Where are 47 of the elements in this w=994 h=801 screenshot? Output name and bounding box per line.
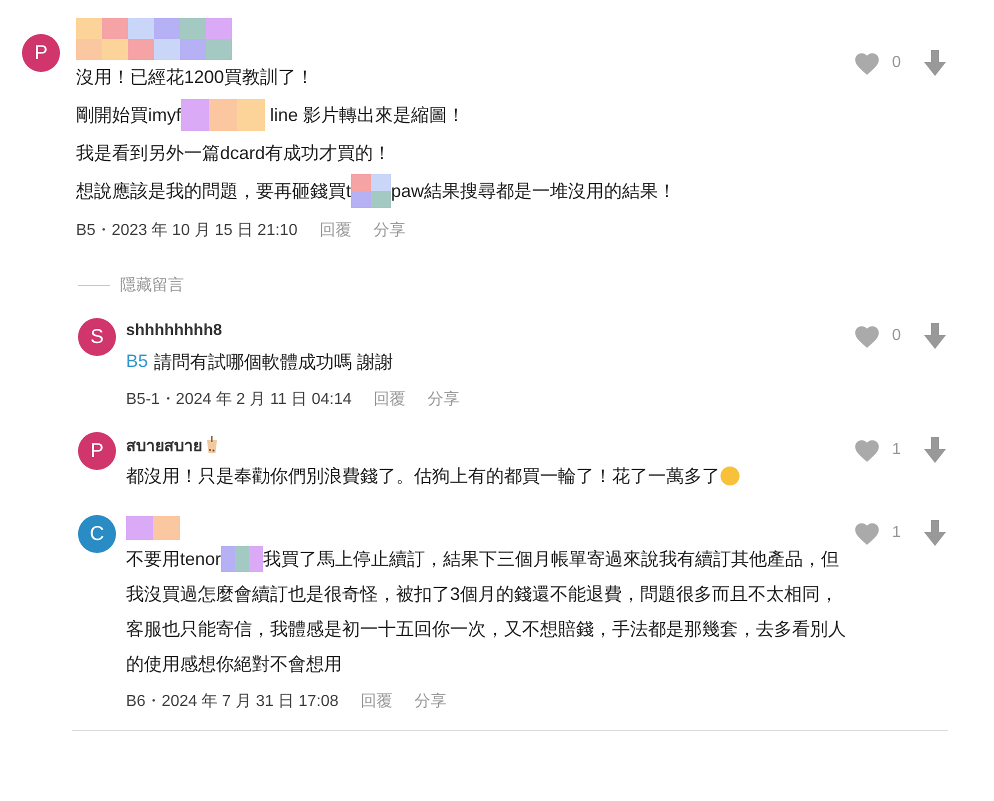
comment-text: 請問有試哪個軟體成功嗎 謝謝 bbox=[154, 350, 394, 374]
author-name: สบายสบาย bbox=[126, 436, 202, 456]
heart-icon[interactable] bbox=[852, 50, 882, 76]
comment-text: 我是看到另外一篇dcard有成功才買的！ bbox=[76, 142, 392, 165]
comment-text: paw結果搜尋都是一堆沒用的結果！ bbox=[391, 180, 676, 203]
comment-text: 不要用tenor bbox=[126, 548, 222, 570]
comment-text: 的使用感想你絕對不會想用 bbox=[126, 652, 342, 676]
comment-text: 剛開始買imyf bbox=[76, 104, 181, 127]
reply-button[interactable]: 回覆 bbox=[319, 220, 352, 241]
heart-icon[interactable] bbox=[852, 323, 882, 349]
redaction-mosaic bbox=[221, 546, 264, 572]
redaction-mosaic bbox=[351, 174, 392, 208]
share-button[interactable]: 分享 bbox=[373, 220, 406, 241]
like-count: 0 bbox=[892, 54, 902, 72]
down-arrow-icon[interactable] bbox=[922, 519, 948, 547]
floor-timestamp: B6・2024 年 7 月 31 日 17:08 bbox=[126, 692, 339, 712]
avatar: C bbox=[78, 515, 116, 553]
comment-text: 我沒買過怎麼會續訂也是很奇怪，被扣了3個月的錢還不能退費，問題很多而且不太相同， bbox=[126, 582, 838, 606]
hide-replies-toggle[interactable]: 隱藏留言 bbox=[78, 275, 184, 296]
redaction-mosaic bbox=[126, 516, 180, 540]
comment-text: line 影片轉出來是縮圖！ bbox=[269, 104, 466, 127]
comment-text: 客服也只能寄信，我體感是初一十五回你一次，又不想賠錢，手法都是那幾套，去多看別人 bbox=[126, 618, 846, 640]
share-button[interactable]: 分享 bbox=[428, 389, 460, 410]
comment-text: 想說應該是我的問題，要再砸錢買t bbox=[76, 180, 352, 203]
comment-text: 都沒用！只是奉勸你們別浪費錢了。估狗上有的都買一輪了！花了一萬多了 bbox=[126, 464, 720, 488]
heart-icon[interactable] bbox=[852, 437, 882, 463]
comment-text: 我買了馬上停止續訂，結果下三個月帳單寄過來說我有續訂其他產品，但 bbox=[263, 548, 840, 570]
share-button[interactable]: 分享 bbox=[414, 691, 447, 712]
avatar: P bbox=[78, 432, 116, 470]
comment-text: 沒用！已經花1200買教訓了！ bbox=[76, 66, 314, 89]
like-count: 1 bbox=[892, 524, 902, 542]
avatar: S bbox=[78, 318, 116, 356]
down-arrow-icon[interactable] bbox=[922, 436, 948, 464]
drink-icon bbox=[206, 436, 218, 454]
floor-timestamp: B5-1・2024 年 2 月 11 日 04:14 bbox=[126, 390, 352, 410]
author-name: shhhhhhhh8 bbox=[126, 322, 222, 340]
heart-icon[interactable] bbox=[852, 520, 882, 546]
floor-timestamp: B5・2023 年 10 月 15 日 21:10 bbox=[76, 221, 298, 241]
avatar: P bbox=[22, 34, 60, 72]
emoji-icon bbox=[720, 466, 740, 486]
reply-button[interactable]: 回覆 bbox=[374, 389, 406, 410]
down-arrow-icon[interactable] bbox=[922, 322, 948, 350]
like-count: 1 bbox=[892, 441, 902, 459]
down-arrow-icon[interactable] bbox=[922, 49, 948, 77]
like-count: 0 bbox=[892, 327, 902, 345]
mention-link[interactable]: B5 bbox=[126, 351, 148, 372]
reply-button[interactable]: 回覆 bbox=[360, 691, 393, 712]
